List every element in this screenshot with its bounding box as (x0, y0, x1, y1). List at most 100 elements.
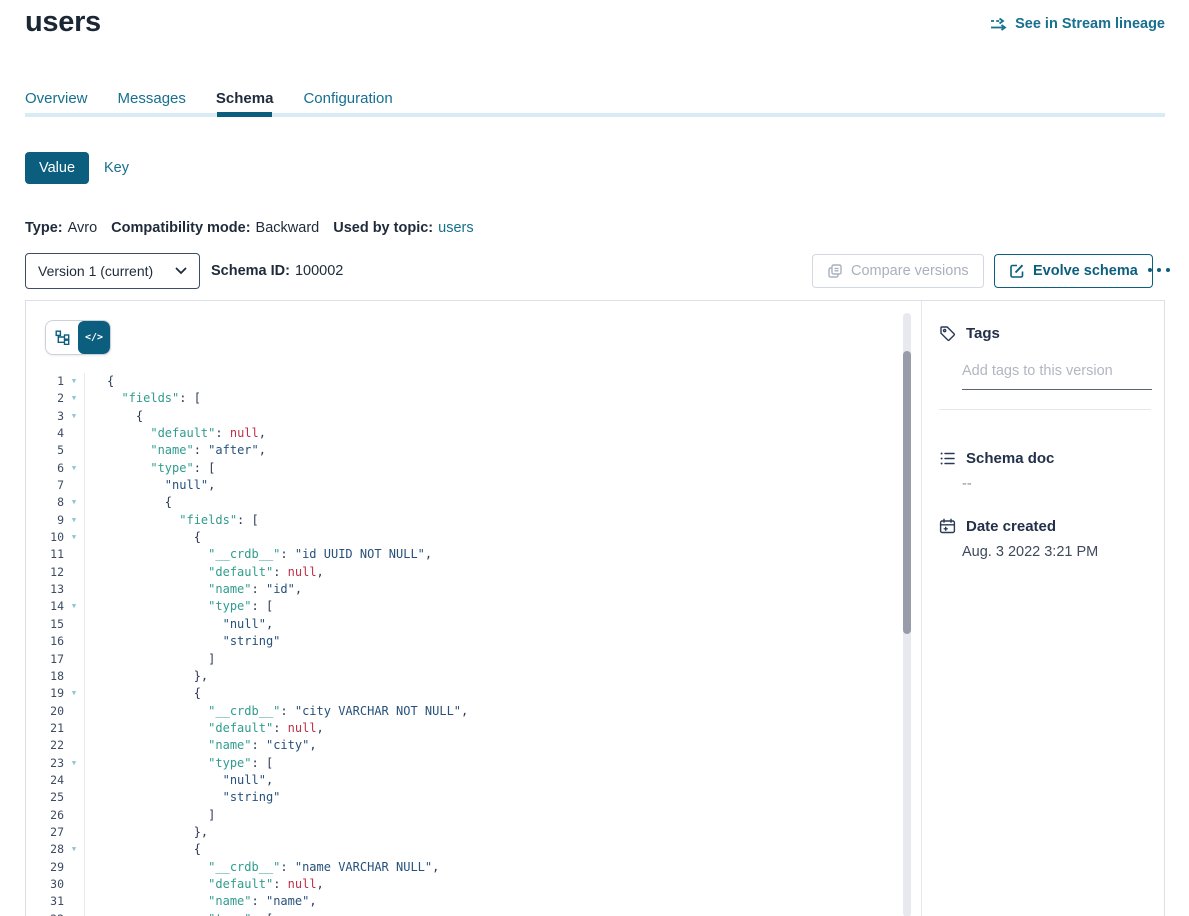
fold-toggle-icon[interactable]: ▼ (64, 685, 84, 702)
fold-toggle-icon[interactable]: ▼ (64, 755, 84, 772)
schema-id-label: Schema ID: (211, 263, 290, 279)
code-text: "default": null, (84, 425, 921, 442)
code-line: 2▼ "fields": [ (26, 390, 921, 407)
line-number: 15 (26, 616, 64, 633)
code-text: "default": null, (84, 564, 921, 581)
code-line: 14▼ "type": [ (26, 598, 921, 615)
code-line: 17 ] (26, 651, 921, 668)
code-scrollbar-thumb[interactable] (903, 351, 911, 634)
line-number: 26 (26, 807, 64, 824)
code-text: "__crdb__": "name VARCHAR NULL", (84, 859, 921, 876)
schema-doc-title: Schema doc (966, 450, 1054, 467)
fold-toggle-icon[interactable]: ▼ (64, 460, 84, 477)
code-text: "fields": [ (84, 512, 921, 529)
code-line: 28▼ { (26, 841, 921, 858)
code-line: 22 "name": "city", (26, 737, 921, 754)
code-scrollbar-track[interactable] (903, 313, 911, 916)
code-line: 25 "string" (26, 789, 921, 806)
code-text: "default": null, (84, 876, 921, 893)
code-line: 6▼ "type": [ (26, 460, 921, 477)
fold-spacer (64, 616, 84, 633)
sidebar-divider (939, 409, 1151, 410)
tab-overview[interactable]: Overview (25, 90, 88, 107)
add-tags-input[interactable] (962, 359, 1152, 390)
value-toggle-button[interactable]: Value (25, 152, 89, 184)
code-line: 32▼ "type": [ (26, 911, 921, 916)
code-text: { (84, 529, 921, 546)
tree-view-button[interactable] (46, 321, 78, 354)
line-number: 11 (26, 546, 64, 563)
line-number: 4 (26, 425, 64, 442)
code-text: "__crdb__": "city VARCHAR NOT NULL", (84, 703, 921, 720)
topic-link[interactable]: users (438, 220, 473, 236)
code-line: 3▼ { (26, 408, 921, 425)
code-line: 7 "null", (26, 477, 921, 494)
code-text: }, (84, 668, 921, 685)
code-text: "name": "city", (84, 737, 921, 754)
code-line: 21 "default": null, (26, 720, 921, 737)
tags-title: Tags (966, 325, 1000, 342)
code-line: 26 ] (26, 807, 921, 824)
tab-configuration[interactable]: Configuration (303, 90, 392, 107)
type-label: Type: (25, 220, 63, 236)
fold-toggle-icon[interactable]: ▼ (64, 390, 84, 407)
tab-messages[interactable]: Messages (118, 90, 186, 107)
code-line: 15 "null", (26, 616, 921, 633)
version-select[interactable]: Version 1 (current) (25, 253, 200, 289)
key-toggle-button[interactable]: Key (104, 160, 129, 176)
line-number: 21 (26, 720, 64, 737)
date-created-section-header: Date created (939, 518, 1056, 535)
fold-toggle-icon[interactable]: ▼ (64, 911, 84, 916)
fold-spacer (64, 581, 84, 598)
fold-spacer (64, 633, 84, 650)
code-text: "type": [ (84, 911, 921, 916)
code-view-button[interactable]: </> (78, 321, 110, 354)
fold-toggle-icon[interactable]: ▼ (64, 529, 84, 546)
line-number: 3 (26, 408, 64, 425)
code-line: 4 "default": null, (26, 425, 921, 442)
fold-spacer (64, 703, 84, 720)
fold-spacer (64, 824, 84, 841)
fold-toggle-icon[interactable]: ▼ (64, 598, 84, 615)
stream-lineage-link[interactable]: See in Stream lineage (990, 16, 1165, 32)
schema-meta-row: Type: Avro Compatibility mode: Backward … (25, 220, 474, 236)
fold-spacer (64, 789, 84, 806)
line-number: 6 (26, 460, 64, 477)
fold-toggle-icon[interactable]: ▼ (64, 494, 84, 511)
code-text: { (84, 494, 921, 511)
line-number: 17 (26, 651, 64, 668)
code-line: 1▼{ (26, 373, 921, 390)
code-text: "fields": [ (84, 390, 921, 407)
calendar-plus-icon (939, 518, 956, 535)
code-text: "name": "id", (84, 581, 921, 598)
code-text: "type": [ (84, 598, 921, 615)
ellipsis-dot (1157, 268, 1161, 272)
line-number: 9 (26, 512, 64, 529)
code-text: "string" (84, 633, 921, 650)
line-number: 31 (26, 893, 64, 910)
date-created-title: Date created (966, 518, 1056, 535)
code-text: ] (84, 807, 921, 824)
fold-spacer (64, 807, 84, 824)
edit-pencil-icon (1009, 263, 1025, 279)
evolve-schema-button[interactable]: Evolve schema (994, 254, 1153, 288)
more-options-button[interactable] (1146, 262, 1172, 278)
fold-toggle-icon[interactable]: ▼ (64, 841, 84, 858)
fold-spacer (64, 876, 84, 893)
compare-versions-button[interactable]: Compare versions (812, 254, 984, 288)
code-text: "name": "name", (84, 893, 921, 910)
lineage-link-label: See in Stream lineage (1015, 16, 1165, 32)
code-line: 18 }, (26, 668, 921, 685)
line-number: 19 (26, 685, 64, 702)
tag-icon (939, 325, 956, 342)
fold-toggle-icon[interactable]: ▼ (64, 408, 84, 425)
fold-toggle-icon[interactable]: ▼ (64, 373, 84, 390)
code-text: { (84, 685, 921, 702)
tab-schema[interactable]: Schema (216, 90, 274, 107)
fold-spacer (64, 720, 84, 737)
line-number: 2 (26, 390, 64, 407)
schema-doc-value: -- (962, 476, 972, 492)
fold-toggle-icon[interactable]: ▼ (64, 512, 84, 529)
code-line: 27 }, (26, 824, 921, 841)
line-number: 25 (26, 789, 64, 806)
